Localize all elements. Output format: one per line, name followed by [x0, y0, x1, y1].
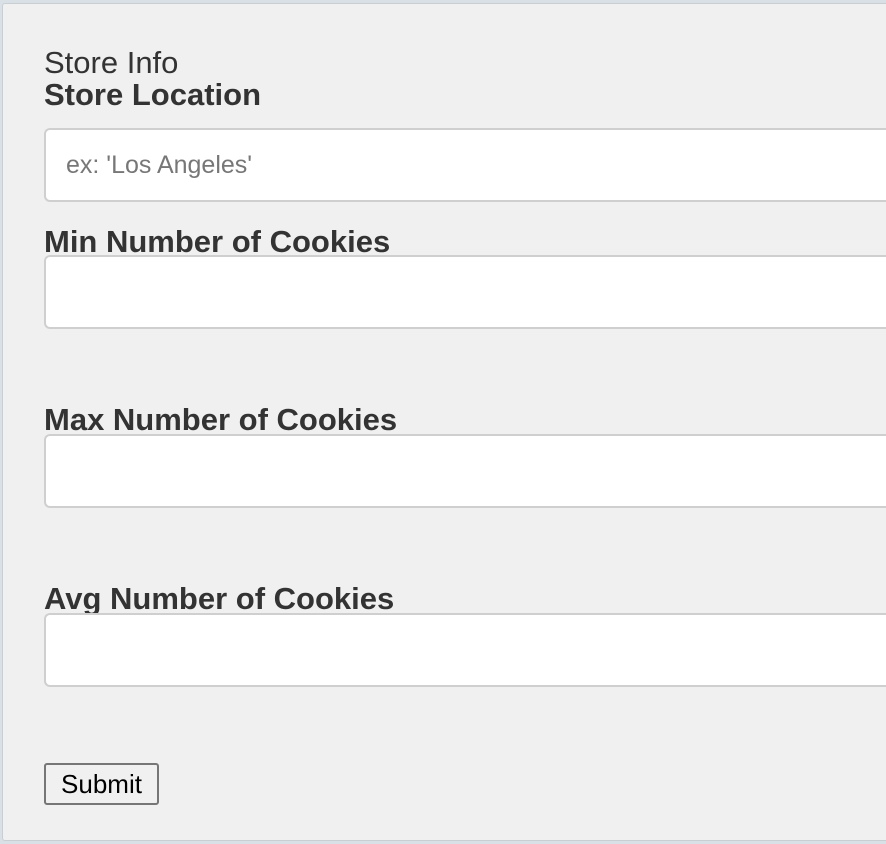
store-info-form: Store Info Store Location Min Number of …	[2, 3, 886, 841]
submit-button[interactable]: Submit	[44, 763, 159, 805]
form-legend: Store Info	[44, 45, 179, 80]
max-cookies-input[interactable]	[44, 434, 886, 508]
avg-cookies-input[interactable]	[44, 613, 886, 687]
avg-cookies-label: Avg Number of Cookies	[44, 581, 395, 616]
min-cookies-input[interactable]	[44, 255, 886, 329]
min-cookies-label: Min Number of Cookies	[44, 224, 391, 259]
max-cookies-label: Max Number of Cookies	[44, 402, 398, 437]
store-location-input[interactable]	[44, 128, 886, 202]
store-location-label: Store Location	[44, 77, 262, 112]
